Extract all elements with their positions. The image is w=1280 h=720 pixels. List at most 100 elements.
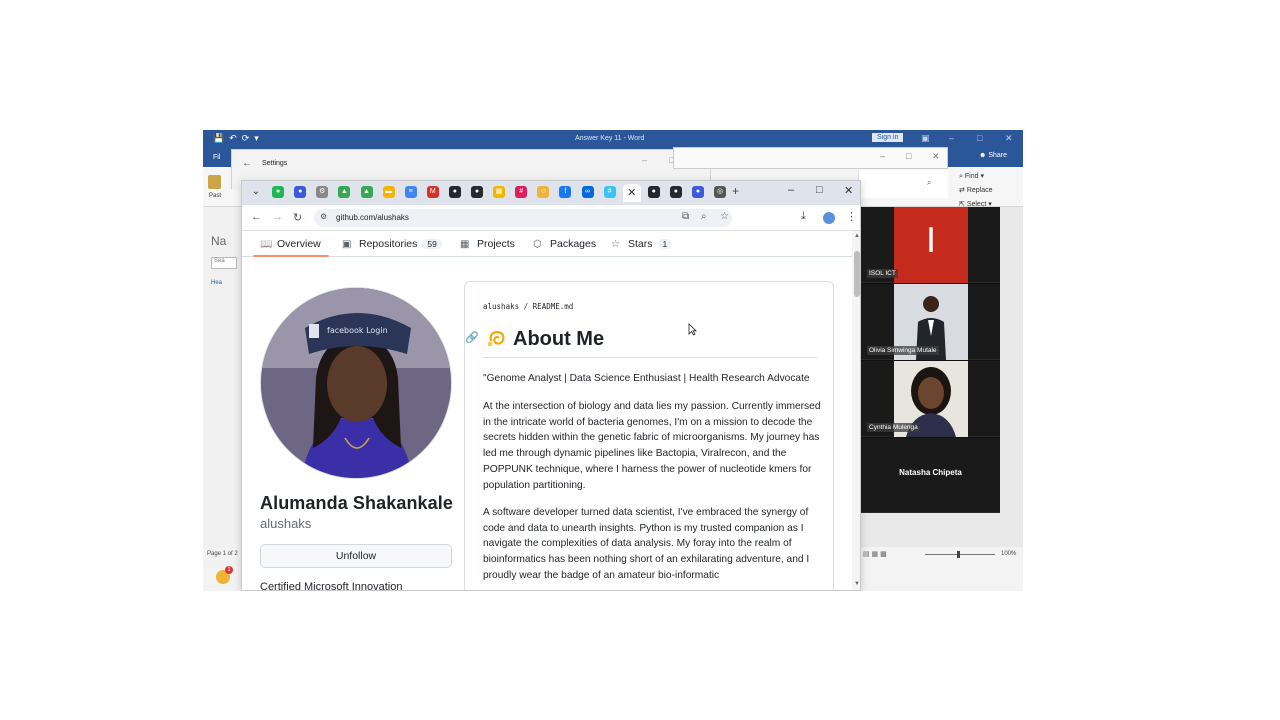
minimize-icon[interactable]: – (788, 184, 794, 196)
tab-projects[interactable]: ▦ Projects (460, 238, 515, 250)
participant-name: Olivia Simwinga Mutale (867, 346, 939, 355)
zoom-icon[interactable]: ⌕ (701, 211, 707, 222)
ribbon-display-icon[interactable]: ▣ (921, 133, 930, 144)
share-label: Share (988, 152, 1007, 159)
readme-path[interactable]: alushaks / README.md (483, 302, 573, 311)
minimize-icon[interactable]: – (949, 133, 954, 143)
bookmark-star-icon[interactable]: ☆ (720, 211, 729, 222)
drive-icon[interactable]: ▲ (360, 186, 373, 198)
docs-icon[interactable]: ≡ (404, 186, 417, 198)
github-icon[interactable]: ● (647, 186, 660, 198)
navigation-search-input[interactable]: Sea (211, 257, 237, 269)
repositories-count: 59 (422, 239, 442, 249)
drive-icon[interactable]: ▲ (338, 186, 351, 198)
back-arrow-icon[interactable]: ← (251, 211, 262, 223)
facebook-icon[interactable]: f (559, 186, 572, 198)
replace-button[interactable]: ⇄ Replace (959, 186, 993, 194)
zoom-slider-thumb[interactable] (957, 551, 960, 558)
new-tab-button[interactable]: + (732, 184, 739, 198)
readme-paragraph-2: A software developer turned data scienti… (483, 507, 810, 581)
find-button[interactable]: ⌕ Find ▾ (959, 172, 984, 181)
close-icon[interactable]: ✕ (1005, 133, 1013, 144)
minimize-icon[interactable]: – (642, 155, 647, 165)
book-icon: 📖 (260, 239, 273, 250)
repo-icon: ▣ (342, 239, 352, 250)
profile-nav-tabs: 📖 Overview ▣ Repositories 59 ▦ Projects ⬡ Pac… (242, 231, 852, 257)
mouse-cursor-icon (688, 323, 697, 336)
chrome-down-icon[interactable]: ⌄ (250, 186, 262, 198)
readme-tagline: "Genome Analyst | Data Science Enthusias… (483, 373, 810, 384)
maximize-icon[interactable]: □ (906, 151, 911, 161)
messenger-icon[interactable]: ● (294, 186, 307, 198)
word-share-button[interactable]: ☻ Share (979, 152, 1007, 159)
slack-icon[interactable]: # (603, 186, 616, 198)
sheets-icon[interactable]: ▦ (493, 186, 506, 198)
zoom-slider-track[interactable] (925, 554, 995, 555)
install-app-icon[interactable]: ⧉ (682, 211, 689, 222)
messenger-icon[interactable]: ● (692, 186, 704, 198)
navigation-heading: Na (211, 234, 227, 248)
scrollbar-thumb[interactable] (854, 251, 860, 297)
tab-repositories[interactable]: ▣ Repositories 59 (342, 238, 442, 250)
maximize-icon[interactable]: □ (977, 133, 982, 143)
settings-title: Settings (262, 160, 288, 167)
url-text[interactable]: github.com/alushaks (336, 213, 409, 222)
scroll-up-icon[interactable]: ▲ (854, 233, 860, 239)
gmail-icon[interactable]: M (426, 186, 439, 198)
tab-strip: + – □ ✕ ⌄ ● ● ⚙ ▲ ▲ ▬ ≡ M ● ● ▦ # ☺ f ∞ # ✕ ● ● ● ◎ (242, 181, 860, 205)
close-icon[interactable]: ✕ (844, 184, 853, 197)
word-sign-in-button[interactable]: Sign in (872, 133, 904, 142)
avatar[interactable]: facebook Login (260, 287, 452, 479)
zoom-level: 100% (1001, 551, 1017, 557)
replace-label: Replace (966, 187, 993, 194)
more-menu-icon[interactable]: ⋮ (846, 210, 857, 223)
site-info-icon[interactable]: ⚙ (320, 212, 327, 221)
tab-overview[interactable]: 📖 Overview (260, 238, 321, 250)
readme-heading-text: About Me (513, 328, 605, 350)
page-scrollbar[interactable]: ▲ ▼ (852, 231, 860, 590)
word-quick-access[interactable]: 💾 ↶ ⟳ ▾ (213, 133, 259, 144)
table-icon: ▦ (460, 239, 470, 250)
word-file-tab[interactable]: Fil (213, 154, 220, 161)
download-icon[interactable]: ⤓ (801, 210, 806, 223)
participant-tile[interactable]: Natasha Chipeta (861, 438, 1000, 513)
tab-stars[interactable]: ☆ Stars 1 (611, 238, 673, 250)
back-arrow-icon[interactable]: ← (242, 158, 252, 169)
word-navigation-pane: Na Sea Hea (203, 207, 241, 567)
notification-badge: 1 (225, 566, 233, 574)
view-mode-icons[interactable]: ▤ ▦ ▩ (863, 550, 887, 558)
profile-bio: Certified Microsoft Innovation (260, 581, 403, 591)
slack-icon[interactable]: # (515, 186, 528, 198)
reload-icon[interactable]: ↻ (293, 211, 302, 224)
bot-icon[interactable]: ☺ (537, 186, 550, 198)
desktop-stage: 💾 ↶ ⟳ ▾ Answer Key 11 - Word Sign in ▣ –… (0, 0, 1280, 720)
github-icon[interactable]: ● (471, 186, 483, 198)
chrome-icon[interactable]: ◎ (714, 186, 727, 198)
headings-tab[interactable]: Hea (211, 280, 222, 286)
github-icon[interactable]: ● (669, 186, 682, 198)
settings-icon[interactable]: ⚙ (316, 186, 329, 198)
anchor-link-icon[interactable]: 🔗 (465, 331, 479, 344)
scroll-down-icon[interactable]: ▼ (854, 581, 860, 587)
spotify-icon[interactable]: ● (272, 186, 285, 198)
tab-packages[interactable]: ⬡ Packages (533, 238, 596, 250)
participant-tile[interactable]: Cynthia Mulenga (861, 361, 1000, 437)
unfollow-button[interactable]: Unfollow (260, 544, 452, 568)
meta-icon[interactable]: ∞ (581, 186, 594, 198)
close-icon[interactable]: ✕ (932, 151, 940, 162)
maximize-icon[interactable]: □ (816, 184, 823, 196)
page-count: Page 1 of 2 (207, 551, 238, 557)
close-tab-icon[interactable]: ✕ (622, 184, 641, 202)
slides-icon[interactable]: ▬ (382, 186, 395, 198)
participant-tile[interactable]: Olivia Simwinga Mutale (861, 284, 1000, 360)
avatar-letter: I (925, 221, 937, 261)
omnibox[interactable]: ⚙ github.com/alushaks ⧉ ⌕ ☆ (314, 209, 732, 227)
search-icon[interactable]: ⌕ (927, 178, 931, 188)
github-icon[interactable]: ● (448, 186, 461, 198)
profile-avatar-icon[interactable] (823, 212, 835, 224)
forward-arrow-icon[interactable]: → (272, 211, 283, 223)
participant-letter-avatar: I (894, 207, 968, 283)
paste-icon[interactable] (208, 175, 221, 189)
participant-tile[interactable]: I ISOL ICT (861, 207, 1000, 283)
minimize-icon[interactable]: – (880, 151, 885, 161)
